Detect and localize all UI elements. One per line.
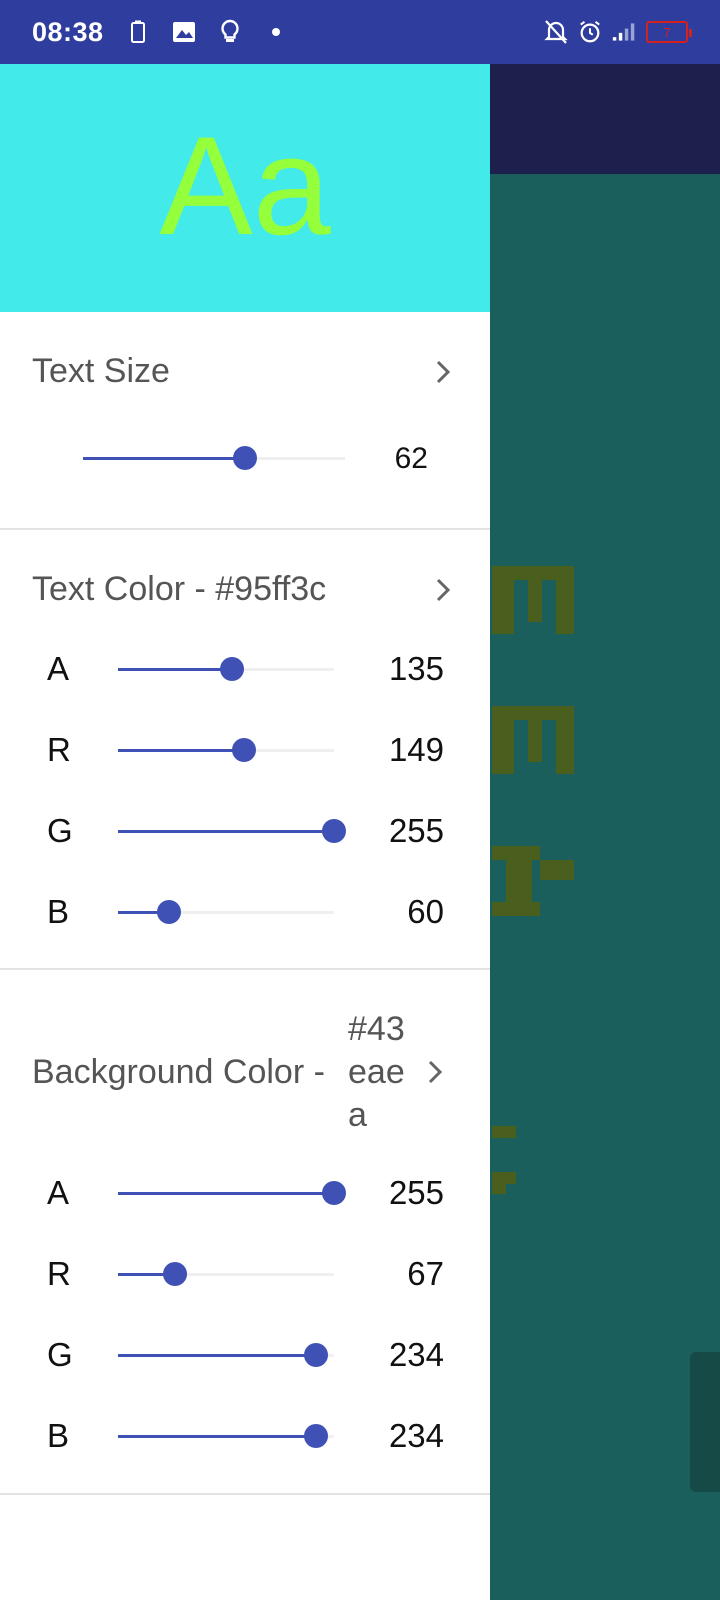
text-color-channel-value-g: 255: [388, 812, 444, 849]
background-color-section: Background Color - #43 eae a A 255 R 67 G 234…: [0, 970, 490, 1495]
text-color-slider-thumb-b[interactable]: [156, 900, 181, 924]
background-color-channel-value-b: 234: [388, 1417, 444, 1454]
text-color-slider-r[interactable]: [118, 738, 334, 762]
background-app-toolbar: [490, 64, 720, 174]
background-color-slider-thumb-g[interactable]: [304, 1343, 329, 1367]
background-color-slider-b[interactable]: [118, 1424, 334, 1448]
background-color-channel-label-b: B: [47, 1417, 70, 1454]
text-size-slider-thumb[interactable]: [233, 446, 258, 470]
background-color-hex-line-3: a: [348, 1096, 367, 1134]
chevron-right-icon: [428, 357, 458, 387]
text-size-slider[interactable]: [83, 446, 345, 470]
image-icon: [172, 20, 196, 44]
background-color-channel-label-g: G: [47, 1336, 73, 1373]
text-size-header[interactable]: Text Size: [0, 352, 490, 391]
preview-sample-text: Aa: [159, 107, 331, 264]
chevron-right-icon: [420, 1057, 450, 1087]
chevron-right-icon: [428, 575, 458, 605]
battery-level: 7: [663, 24, 671, 40]
text-color-slider-b[interactable]: [118, 900, 334, 924]
background-color-hex-line-1: #43: [348, 1010, 405, 1048]
text-color-channel-label-r: R: [47, 731, 71, 768]
text-color-slider-a[interactable]: [118, 657, 334, 681]
background-color-slider-g[interactable]: [118, 1343, 334, 1367]
alarm-icon: [578, 20, 602, 44]
text-color-slider-g[interactable]: [118, 819, 346, 843]
text-color-slider-thumb-r[interactable]: [232, 738, 257, 762]
signal-icon: [612, 20, 636, 44]
text-size-label: Text Size: [32, 352, 170, 390]
background-color-channel-value-g: 234: [388, 1336, 444, 1373]
background-scroll-handle[interactable]: [690, 1352, 720, 1492]
preview-panel: Aa: [0, 64, 490, 312]
text-color-channel-label-a: A: [47, 650, 70, 687]
background-color-channel-label-r: R: [47, 1255, 71, 1292]
text-color-channel-label-g: G: [47, 812, 73, 849]
background-color-header[interactable]: Background Color - #43 eae a: [32, 1010, 472, 1140]
text-color-channel-label-b: B: [47, 893, 70, 930]
background-color-slider-thumb-r[interactable]: [162, 1262, 187, 1286]
text-style-drawer: Aa Text Size 62 Text Color - #95ff3c A 13…: [0, 64, 490, 1600]
text-color-header[interactable]: Text Color - #95ff3c: [0, 570, 490, 609]
text-size-value: 62: [394, 442, 428, 475]
text-size-section: Text Size 62: [0, 312, 490, 530]
battery-icon: 7: [646, 21, 692, 43]
background-color-slider-thumb-b[interactable]: [304, 1424, 329, 1448]
text-color-section: Text Color - #95ff3c A 135 R 149 G 255 B 60: [0, 530, 490, 970]
text-color-label: Text Color - #95ff3c: [32, 570, 327, 608]
lightbulb-icon: [218, 19, 242, 44]
background-color-channel-value-r: 67: [407, 1255, 444, 1292]
status-time: 08:38: [32, 16, 104, 47]
background-color-slider-r[interactable]: [118, 1262, 334, 1286]
background-color-slider-a[interactable]: [118, 1181, 346, 1205]
dot-icon: [264, 20, 288, 44]
status-bar: 08:38 7: [0, 0, 720, 64]
background-color-hex-line-2: eae: [348, 1053, 405, 1091]
background-color-channel-label-a: A: [47, 1174, 70, 1211]
text-color-channel-value-a: 135: [388, 650, 444, 687]
background-color-channel-value-a: 255: [388, 1174, 444, 1211]
text-color-slider-thumb-a[interactable]: [220, 657, 245, 681]
text-color-channel-value-b: 60: [407, 893, 444, 930]
text-color-channel-value-r: 149: [388, 731, 444, 768]
notifications-off-icon: [544, 20, 568, 44]
battery-outline-icon: [126, 20, 150, 44]
background-color-label: Background Color -: [32, 1053, 325, 1091]
